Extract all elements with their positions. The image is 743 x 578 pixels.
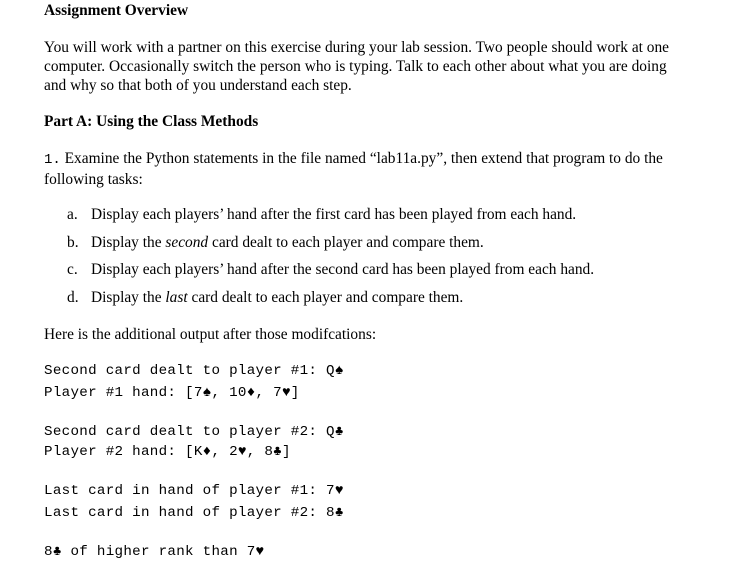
part-a-heading: Part A: Using the Class Methods <box>44 113 259 130</box>
assignment-overview-heading: Assignment Overview <box>44 2 189 19</box>
step-1-paragraph: 1. Examine the Python statements in the … <box>44 149 663 189</box>
task-marker: a. <box>67 206 78 223</box>
intro-paragraph: You will work with a partner on this exe… <box>44 38 669 95</box>
task-marker: d. <box>67 289 79 306</box>
task-text: Display the <box>91 234 166 251</box>
step-1-line: 1. Examine the Python statements in the … <box>44 149 663 170</box>
task-text: Display each players’ hand after the sec… <box>91 261 595 278</box>
intro-line: You will work with a partner on this exe… <box>44 39 670 56</box>
step-1-number: 1. <box>44 152 61 168</box>
task-marker: c. <box>67 261 78 278</box>
task-item-c: c. Display each players’ hand after the s… <box>67 261 594 279</box>
task-text: Display each players’ hand after the fir… <box>91 206 577 223</box>
task-emphasis: last <box>165 289 188 306</box>
output-line: Last card in hand of player #1: 7♥ <box>44 483 344 499</box>
output-line: 8♣ of higher rank than 7♥ <box>44 544 265 560</box>
intro-line: and why so that both of you understand e… <box>44 77 352 94</box>
task-emphasis: second <box>165 234 209 251</box>
task-item-b: b. Display the second card dealt to each … <box>67 234 484 252</box>
task-item-d: d. Display the last card dealt to each pl… <box>67 289 463 307</box>
intro-line: computer. Occasionally switch the person… <box>44 58 667 75</box>
task-item-a: a. Display each players’ hand after the f… <box>67 206 576 224</box>
step-1-line: following tasks: <box>44 171 143 188</box>
task-text: Display the <box>91 289 166 306</box>
task-text: card dealt to each player and compare th… <box>208 234 484 251</box>
task-text: card dealt to each player and compare th… <box>187 289 464 306</box>
output-line: Last card in hand of player #2: 8♣ <box>44 505 344 521</box>
task-marker: b. <box>67 234 79 251</box>
step-1-text: Examine the Python statements in the fil… <box>60 150 663 167</box>
output-line: Second card dealt to player #1: Q♠ <box>44 363 344 379</box>
output-line: Player #1 hand: [7♠, 10♦, 7♥] <box>44 385 300 401</box>
output-intro: Here is the additional output after thos… <box>44 326 377 343</box>
output-line: Second card dealt to player #2: Q♣ <box>44 424 344 440</box>
output-line: Player #2 hand: [K♦, 2♥, 8♣] <box>44 444 291 460</box>
